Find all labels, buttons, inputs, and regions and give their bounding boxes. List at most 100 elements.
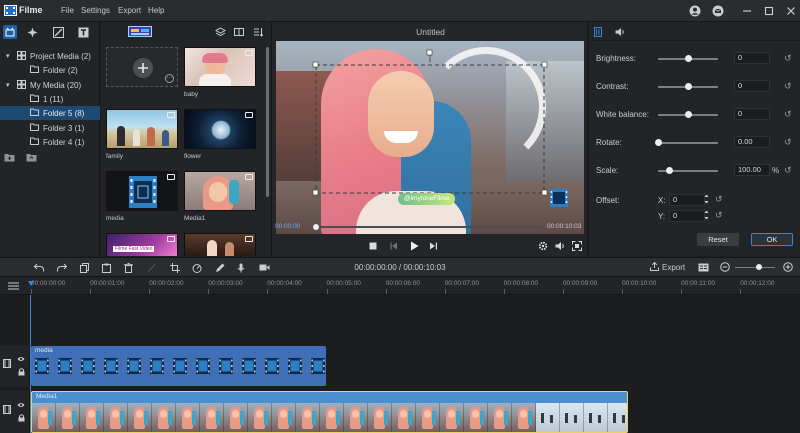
expand-caret-icon[interactable]: ▾ [6,81,14,89]
layers-icon[interactable] [214,27,227,39]
reset-value-icon[interactable]: ↺ [784,109,792,120]
playhead-handle[interactable] [28,281,34,286]
offset-x-input[interactable]: 0 [669,194,705,206]
next-frame-icon[interactable] [429,242,438,252]
mail-icon[interactable] [711,4,725,18]
slider-handle[interactable] [685,83,692,90]
slider-handle[interactable] [665,167,673,174]
export-button[interactable]: Export [650,261,685,274]
tree-item[interactable]: Folder 3 (1) [0,121,100,135]
reset-value-icon[interactable]: ↺ [784,53,792,64]
copy-icon[interactable] [80,263,89,275]
media-thumb-family[interactable] [106,109,178,149]
maximize-icon[interactable] [762,4,776,18]
offset-y-stepper[interactable] [704,209,709,223]
slider-value-input[interactable]: 0 [734,108,770,120]
crop-icon[interactable] [170,263,180,275]
slider-handle[interactable] [685,111,692,118]
reset-value-icon[interactable]: ↺ [784,165,792,176]
slider-value-input[interactable]: 0 [734,52,770,64]
undo-icon[interactable] [33,263,44,274]
offset-x-stepper[interactable] [704,193,709,207]
timeline-ruler[interactable]: 00:00:00:00 00:00:01:00 00:00:02:00 00:00:0… [0,277,800,295]
palette-icon[interactable] [128,26,152,37]
delete-icon[interactable] [124,263,133,275]
play-icon[interactable] [410,241,419,253]
menu-export[interactable]: Export [118,6,141,15]
zoom-slider[interactable] [735,264,775,270]
media-thumb-baby[interactable] [184,47,256,87]
stop-icon[interactable] [369,242,377,252]
tree-item[interactable]: 1 (11) [0,92,100,106]
media-tab-icon[interactable] [3,25,17,39]
close-icon[interactable] [784,4,798,18]
speed-icon[interactable] [192,263,202,275]
adjustment-slider[interactable] [658,142,718,144]
volume-icon[interactable] [555,241,566,253]
redo-icon[interactable] [57,263,68,274]
seek-bar[interactable] [313,224,542,230]
tree-item[interactable]: Folder 4 (1) [0,135,100,149]
offset-x-reset-icon[interactable]: ↺ [715,194,723,205]
reset-button[interactable]: Reset [697,233,739,246]
reset-value-icon[interactable]: ↺ [784,137,792,148]
preview-canvas[interactable]: @imyfoneFilme [276,41,584,234]
menu-file[interactable]: File [61,6,74,15]
crop-selection-box[interactable] [276,41,584,234]
color-pen-icon[interactable] [215,263,225,275]
visibility-icon[interactable] [17,401,25,410]
zoom-in-icon[interactable] [783,262,793,274]
tree-item[interactable]: Folder (2) [0,63,100,77]
slider-handle[interactable] [655,139,662,146]
new-folder-icon[interactable] [4,152,15,164]
sort-icon[interactable] [253,27,264,39]
fullscreen-icon[interactable] [572,241,582,253]
media-thumb-flower[interactable] [184,109,256,149]
slider-value-input[interactable]: 0 [734,80,770,92]
paste-icon[interactable] [102,263,111,275]
media-thumb-fast-video[interactable]: Filme Fast Video [106,233,178,256]
zoom-out-icon[interactable] [720,262,730,274]
media-thumb-media1[interactable] [184,171,256,211]
text-tab-icon[interactable] [77,26,90,39]
grid-view-icon[interactable] [234,27,244,39]
media-thumb-concert[interactable] [184,233,256,256]
record-screen-icon[interactable] [259,263,270,274]
menu-settings[interactable]: Settings [81,6,110,15]
subtitle-icon[interactable] [698,263,709,274]
ok-button[interactable]: OK [751,233,793,246]
slider-handle[interactable] [685,55,692,62]
menu-help[interactable]: Help [148,6,164,15]
audio-tab-icon[interactable] [615,27,625,39]
account-icon[interactable] [688,4,702,18]
previous-frame-icon[interactable] [390,242,398,252]
transitions-tab-icon[interactable] [52,26,65,39]
reset-value-icon[interactable]: ↺ [784,81,792,92]
media-scrollbar[interactable] [266,47,269,197]
add-media-tile[interactable]: ··· [106,47,178,87]
slider-value-input[interactable]: 0.00 [734,136,770,148]
offset-y-reset-icon[interactable]: ↺ [715,210,723,221]
minimize-icon[interactable] [740,4,754,18]
media-thumb-media[interactable] [106,171,178,211]
visibility-icon[interactable] [17,355,25,364]
more-options-icon[interactable]: ··· [165,74,174,83]
lock-icon[interactable] [18,368,25,378]
zoom-handle[interactable] [756,264,762,270]
microphone-icon[interactable] [237,263,245,275]
import-folder-icon[interactable] [26,152,37,164]
lock-icon[interactable] [18,414,25,424]
settings-icon[interactable] [538,241,548,253]
tree-item[interactable]: ▾ Project Media (2) [0,49,100,63]
effects-tab-icon[interactable] [26,26,39,39]
video-tab-icon[interactable] [594,27,602,39]
seek-handle[interactable] [313,224,319,230]
tree-item[interactable]: Folder 5 (8) [0,106,100,120]
slider-value-input[interactable]: 100.00 [734,164,770,176]
expand-caret-icon[interactable]: ▾ [6,52,14,60]
track-menu-icon[interactable] [8,282,19,292]
timeline-clip-media1[interactable]: Media1 [31,391,628,433]
offset-y-input[interactable]: 0 [669,210,705,222]
timeline-clip-media[interactable]: media [31,346,326,386]
tree-item[interactable]: ▾ My Media (20) [0,78,100,92]
